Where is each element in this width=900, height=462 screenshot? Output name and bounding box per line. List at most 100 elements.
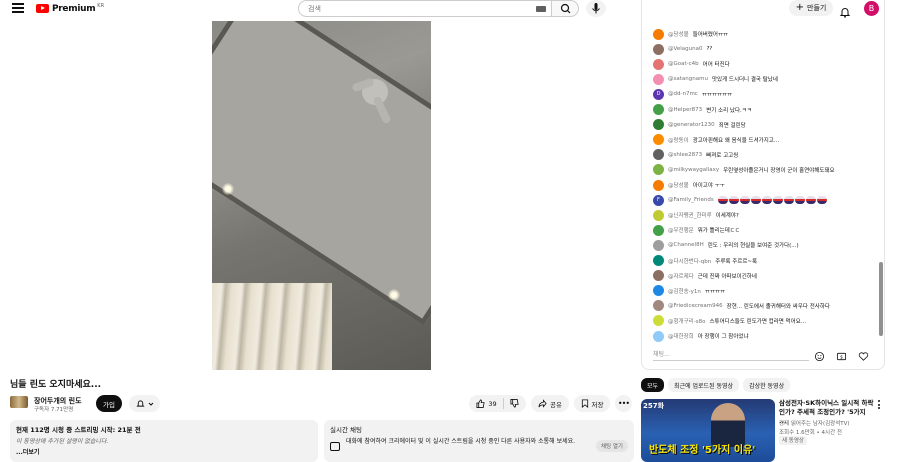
- chat-author-name[interactable]: @Channel8H: [668, 242, 704, 248]
- like-separator: [502, 398, 504, 409]
- chat-author-avatar[interactable]: [653, 224, 664, 236]
- chat-message: @닌자펭귄_한미루 이세계야?: [653, 209, 739, 221]
- search-button[interactable]: [551, 0, 579, 17]
- chat-author-avatar[interactable]: [653, 270, 664, 282]
- chat-message-text: 근데 진짜 아파보이긴하네: [697, 273, 757, 280]
- recommendation-thumbnail[interactable]: 257화 반도체 조정 '5가지 이유': [641, 399, 775, 462]
- more-actions-button[interactable]: •••: [615, 395, 632, 412]
- channel-avatar[interactable]: [10, 396, 28, 408]
- more-vertical-icon[interactable]: [877, 400, 881, 412]
- description-more-link[interactable]: ...더보기: [16, 447, 312, 456]
- chat-author-name[interactable]: @Velaguna0: [668, 46, 702, 52]
- chat-author-name[interactable]: @satangnamu: [668, 76, 708, 82]
- notification-toggle-button[interactable]: [129, 395, 160, 412]
- chat-author-name[interactable]: @당성볼: [668, 181, 689, 189]
- chat-message-text: 뭐가 틀리는데ㄷㄷ: [697, 228, 740, 235]
- chat-message-text: ㅠㅠㅠㅠ: [704, 288, 726, 295]
- more-horizontal-icon: •••: [617, 399, 630, 408]
- keyboard-icon[interactable]: [536, 6, 546, 12]
- save-button[interactable]: 저장: [574, 395, 610, 412]
- chat-author-avatar[interactable]: [653, 255, 664, 266]
- chat-author-avatar[interactable]: [653, 209, 664, 221]
- super-chat-icon[interactable]: $: [836, 351, 847, 362]
- chat-message: @shlee2873 빠져로 고고씽: [653, 149, 738, 161]
- thumbs-up-icon[interactable]: [476, 399, 485, 408]
- chat-author-name[interactable]: @다시한번다-qbn: [668, 257, 711, 265]
- chat-author-name[interactable]: @Friedicecream946: [668, 303, 723, 309]
- emoji-icon[interactable]: [814, 351, 825, 362]
- video-player[interactable]: [212, 21, 431, 370]
- chat-input[interactable]: 채팅...: [653, 349, 808, 358]
- chip-watched[interactable]: 감상한 동영상: [743, 378, 791, 392]
- chat-author-avatar[interactable]: [653, 43, 664, 55]
- chat-message: @김현송-y1n ㅠㅠㅠㅠ: [653, 285, 725, 297]
- chat-author-name[interactable]: @dd-n7mc: [668, 91, 698, 97]
- search-input[interactable]: [308, 4, 523, 13]
- chat-author-avatar[interactable]: [653, 315, 664, 327]
- chip-all[interactable]: 모두: [641, 378, 665, 392]
- chat-author-avatar[interactable]: [653, 239, 664, 251]
- thumbnail-episode-number: 257화: [643, 402, 665, 410]
- chat-author-name[interactable]: @헝개구리-s8o: [668, 317, 705, 325]
- microphone-icon: [592, 3, 600, 14]
- video-frame-curtain: [212, 283, 332, 370]
- chat-author-name[interactable]: @Goat-c4b: [668, 61, 699, 67]
- chat-author-avatar[interactable]: [653, 164, 664, 176]
- chat-author-name[interactable]: @milkywaygallaxy: [668, 167, 719, 173]
- chat-author-avatar[interactable]: [653, 58, 664, 70]
- chat-message-text: 우린옆성아졸은거니 장영이 군이 홀연야해도돼요: [723, 167, 835, 174]
- video-frame-light: [388, 289, 400, 301]
- chat-emoji-icon: [772, 196, 783, 205]
- voice-search-button[interactable]: [586, 0, 606, 17]
- chat-author-avatar[interactable]: [653, 330, 664, 342]
- chat-author-name[interactable]: @랑동이: [668, 136, 689, 144]
- chat-author-name[interactable]: @Family_Friends: [668, 197, 714, 203]
- recommendation-chips: 모두 최근에 업로드된 동영상 감상한 동영상: [641, 378, 791, 392]
- chat-author-avatar[interactable]: [653, 300, 664, 312]
- chat-author-avatar[interactable]: [653, 179, 664, 191]
- chat-author-name[interactable]: @generator1230: [668, 122, 715, 128]
- search-box: [298, 0, 551, 17]
- chat-emoji-row: [717, 196, 827, 205]
- chat-author-avatar[interactable]: [653, 149, 664, 161]
- chip-recently-uploaded[interactable]: 최근에 업로드된 동영상: [668, 378, 740, 392]
- open-chat-button[interactable]: 채팅 열기: [596, 440, 628, 452]
- chat-message: @Helper873 변기 소리 났다.ㅋㅋ: [653, 104, 752, 116]
- chat-author-name[interactable]: @당성볼: [668, 30, 689, 38]
- chat-emoji-icon: [783, 196, 794, 205]
- chat-message: @Channel8H 린도 : 우리의 현실을 보여준 것가다(...): [653, 239, 799, 251]
- bookmark-icon: [581, 399, 588, 408]
- description-box[interactable]: 현재 112명 시청 중 스트리밍 시작: 21분 전 이 동영상에 추가된 설…: [10, 420, 318, 462]
- chat-author-name[interactable]: @자르제다: [668, 272, 694, 280]
- chat-emoji-icon: [761, 196, 772, 205]
- chat-author-avatar[interactable]: [653, 134, 664, 146]
- video-frame-ceiling: [212, 21, 431, 326]
- youtube-premium-logo[interactable]: Premium KR: [36, 2, 104, 15]
- recommendation-channel[interactable]: 경제 읽어주는 남자(김광석TV): [779, 419, 850, 427]
- chat-author-name[interactable]: @Helper873: [668, 107, 702, 113]
- hamburger-menu-icon[interactable]: [12, 3, 24, 13]
- chat-author-avatar[interactable]: [653, 104, 664, 115]
- chat-author-name[interactable]: @김현송-y1n: [668, 287, 701, 295]
- description-text: 이 동영상에 추가된 설명이 없습니다.: [16, 438, 109, 445]
- like-count[interactable]: 39: [488, 400, 496, 408]
- heart-icon[interactable]: [858, 351, 869, 362]
- chat-author-name[interactable]: @shlee2873: [668, 152, 702, 158]
- share-button[interactable]: 공유: [531, 395, 569, 412]
- chat-author-avatar[interactable]: [653, 119, 664, 131]
- chat-author-avatar[interactable]: [653, 285, 664, 297]
- chat-author-avatar[interactable]: F: [653, 194, 664, 206]
- join-button[interactable]: 가입: [96, 395, 122, 412]
- chat-author-name[interactable]: @닌자펭귄_한미루: [668, 211, 712, 219]
- chat-author-avatar[interactable]: [653, 73, 664, 85]
- chat-author-avatar[interactable]: D: [653, 88, 664, 100]
- chat-message-text: 들어버렸어ㅠㅠ: [692, 32, 729, 38]
- thumbs-down-icon[interactable]: [510, 399, 519, 408]
- chat-emoji-icon: [739, 196, 750, 205]
- chat-scrollbar[interactable]: [879, 262, 883, 336]
- chat-emoji-icon: [805, 196, 816, 205]
- chat-author-name[interactable]: @우전행운: [668, 226, 694, 234]
- chat-author-name[interactable]: @대한장희: [668, 332, 694, 340]
- share-icon: [538, 399, 547, 408]
- chat-author-avatar[interactable]: [653, 28, 664, 40]
